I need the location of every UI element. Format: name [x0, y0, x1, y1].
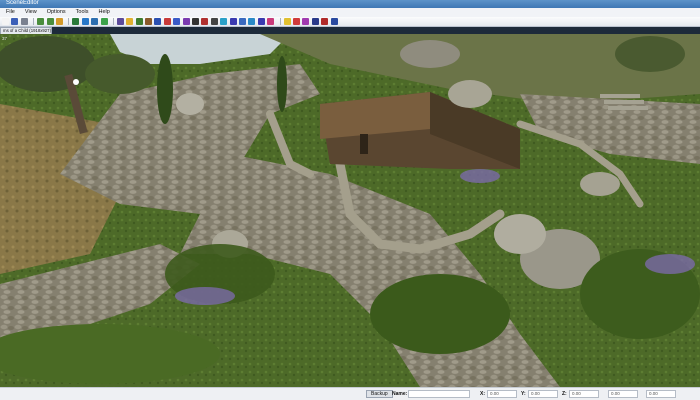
zoom-icon[interactable]: [55, 18, 63, 25]
tree-icon[interactable]: [135, 18, 143, 25]
scene-viewport[interactable]: 37: [0, 34, 700, 387]
water-icon[interactable]: [81, 18, 89, 25]
name-label: Name:: [392, 391, 408, 397]
z-field[interactable]: 0.00: [569, 390, 599, 398]
waypoint-icon[interactable]: [238, 18, 246, 25]
bulb-icon[interactable]: [283, 18, 291, 25]
y-label: Y:: [521, 391, 526, 397]
light-icon[interactable]: [126, 18, 134, 25]
editor-window: SceneEditor File View Options Tools Help…: [0, 0, 700, 400]
measure-icon[interactable]: [229, 18, 237, 25]
toolbar-separator: [279, 18, 281, 25]
settings-icon[interactable]: [311, 18, 319, 25]
toolbar: [0, 17, 700, 27]
menu-file[interactable]: File: [6, 8, 15, 17]
cut-icon[interactable]: [20, 18, 28, 25]
toolbar-separator: [112, 18, 114, 25]
viewport-coords: 37: [2, 36, 8, 41]
menu-tools[interactable]: Tools: [76, 8, 89, 17]
path-icon[interactable]: [91, 18, 99, 25]
rock-icon[interactable]: [145, 18, 153, 25]
paint-icon[interactable]: [201, 18, 209, 25]
terrain-icon[interactable]: [72, 18, 80, 25]
rotation-field[interactable]: 0.00: [608, 390, 638, 398]
title-bar: SceneEditor: [0, 0, 700, 8]
npc-icon[interactable]: [163, 18, 171, 25]
scene-render: [0, 34, 700, 387]
object-icon[interactable]: [116, 18, 124, 25]
y-field[interactable]: 0.00: [528, 390, 558, 398]
shield-icon[interactable]: [321, 18, 329, 25]
undo-icon[interactable]: [37, 18, 45, 25]
menu-view[interactable]: View: [25, 8, 37, 17]
spawn-icon[interactable]: [267, 18, 275, 25]
grass-icon[interactable]: [100, 18, 108, 25]
flag-icon[interactable]: [302, 18, 310, 25]
pencil-icon[interactable]: [192, 18, 200, 25]
x-field[interactable]: 0.00: [487, 390, 517, 398]
ai-icon[interactable]: [154, 18, 162, 25]
menu-help[interactable]: Help: [99, 8, 110, 17]
grid-icon[interactable]: [220, 18, 228, 25]
status-bar: Backup Name: X: 0.00 Y: 0.00 Z: 0.00 0.0…: [0, 387, 700, 400]
toolbar-separator: [68, 18, 70, 25]
trigger-icon[interactable]: [182, 18, 190, 25]
save-icon[interactable]: [11, 18, 19, 25]
marker-icon[interactable]: [173, 18, 181, 25]
info-icon[interactable]: [330, 18, 338, 25]
new-icon[interactable]: [2, 18, 9, 25]
scale-field[interactable]: 0.00: [646, 390, 676, 398]
menu-bar: File View Options Tools Help: [0, 8, 700, 17]
heart-icon[interactable]: [292, 18, 300, 25]
x-label: X:: [480, 391, 485, 397]
backup-button[interactable]: Backup: [366, 390, 393, 398]
region-icon[interactable]: [248, 18, 256, 25]
redo-icon[interactable]: [46, 18, 54, 25]
z-label: Z:: [562, 391, 567, 397]
sound-icon[interactable]: [257, 18, 265, 25]
window-title: SceneEditor: [6, 0, 39, 6]
toolbar-separator: [33, 18, 35, 25]
camera-icon[interactable]: [210, 18, 218, 25]
name-field[interactable]: [408, 390, 470, 398]
menu-options[interactable]: Options: [47, 8, 66, 17]
document-tab[interactable]: ms of a Child (1918x927): [0, 27, 52, 34]
